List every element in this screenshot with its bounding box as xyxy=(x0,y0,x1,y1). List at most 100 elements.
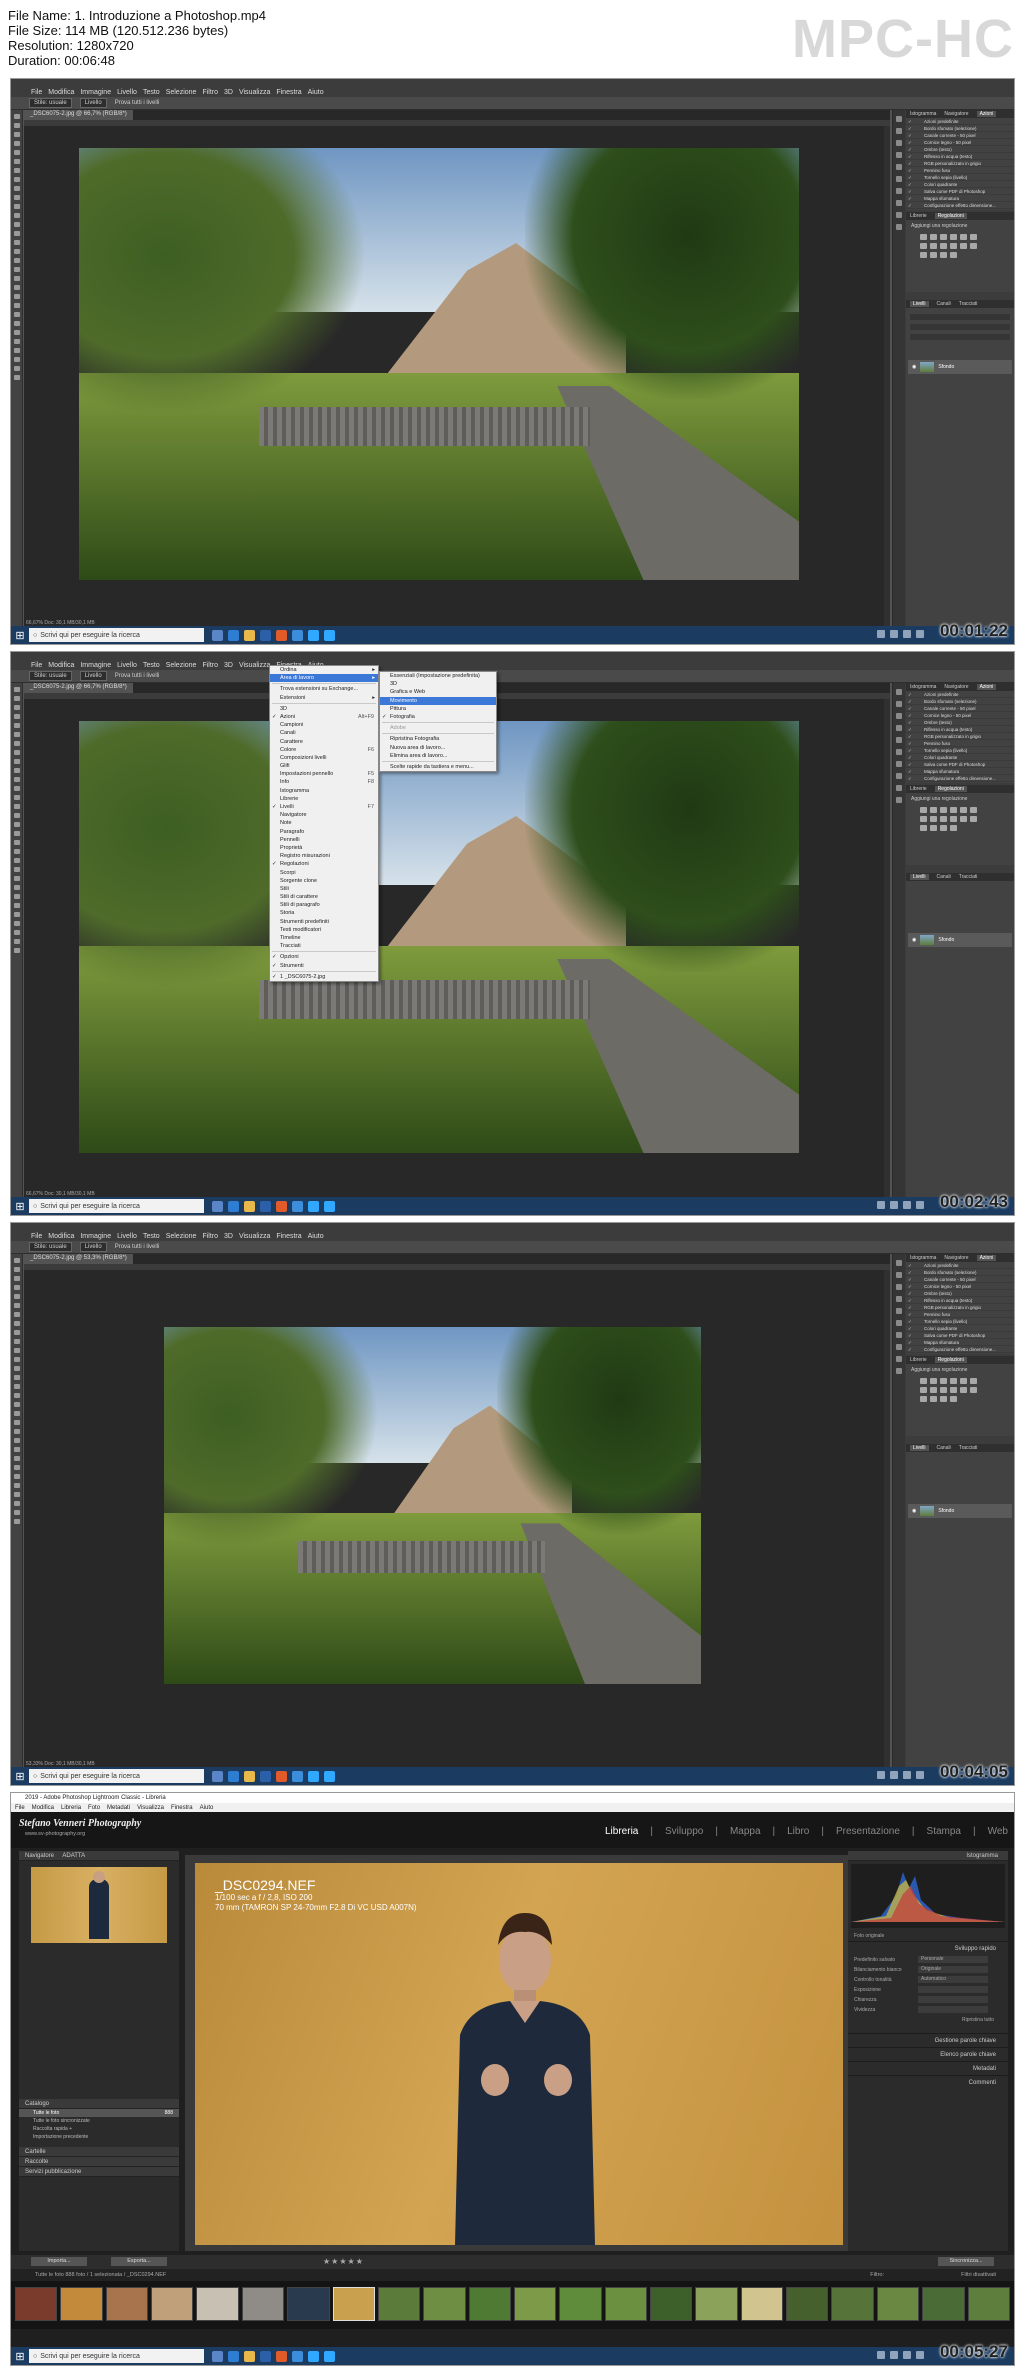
menu-item[interactable]: Stili xyxy=(270,885,378,893)
submenu-item[interactable]: Pittura xyxy=(380,705,496,713)
action-item[interactable]: RGB personalizzato in grigio xyxy=(906,733,1014,740)
submenu-item[interactable]: Ripristina Fotografia xyxy=(380,735,496,743)
app-icon[interactable] xyxy=(308,1200,319,1212)
layer-row[interactable]: ◉ Sfondo xyxy=(908,1504,1012,1518)
tool-icon[interactable] xyxy=(14,240,20,245)
filmstrip-thumbnail[interactable] xyxy=(377,2287,421,2321)
filmstrip-thumbnail[interactable] xyxy=(650,2287,693,2321)
tool-icon[interactable] xyxy=(14,1492,20,1497)
tool-icon[interactable] xyxy=(14,276,20,281)
action-item[interactable]: Pennino fuso xyxy=(906,167,1014,174)
action-item[interactable]: Cornice legno - 50 pixel xyxy=(906,712,1014,719)
module-stampa[interactable]: Stampa xyxy=(927,1826,961,1837)
tool-icon[interactable] xyxy=(14,687,20,692)
tool-icon[interactable] xyxy=(14,303,20,308)
menu-item-immagine[interactable]: Immagine xyxy=(80,1233,111,1240)
panel-tabs-layers[interactable]: Livelli Canali Tracciati xyxy=(906,1444,1014,1452)
panel-tabs-layers[interactable]: Livelli Canali Tracciati xyxy=(906,300,1014,308)
app-icon[interactable] xyxy=(244,2350,255,2362)
tray-icon[interactable] xyxy=(890,2351,898,2359)
menu-item-livello[interactable]: Livello xyxy=(117,89,137,96)
action-item[interactable]: Colori quadrante xyxy=(906,754,1014,761)
tab-tracciati[interactable]: Tracciati xyxy=(959,874,978,880)
app-icon[interactable] xyxy=(260,629,271,641)
menu-item-finestra[interactable]: Finestra xyxy=(276,1233,301,1240)
action-item[interactable]: Azioni predefinite xyxy=(906,1262,1014,1269)
panel-icon[interactable] xyxy=(896,797,902,803)
taskbar-search-box[interactable]: ○ Scrivi qui per eseguire la ricerca xyxy=(29,628,204,642)
tool-icon[interactable] xyxy=(14,696,20,701)
ps-toolbar[interactable] xyxy=(11,110,23,626)
tool-icon[interactable] xyxy=(14,894,20,899)
tray-icon[interactable] xyxy=(877,630,885,638)
tray-icon[interactable] xyxy=(916,630,924,638)
action-item[interactable]: Pennino fuso xyxy=(906,740,1014,747)
tool-icon[interactable] xyxy=(14,732,20,737)
menu-item-3d[interactable]: 3D xyxy=(224,662,233,669)
tray-icon[interactable] xyxy=(916,1201,924,1209)
panel-icon-strip[interactable] xyxy=(893,1254,905,1767)
filmstrip-thumbnail[interactable] xyxy=(513,2287,557,2321)
menu-item-file[interactable]: File xyxy=(31,89,42,96)
submenu-item[interactable]: Grafica e Web xyxy=(380,688,496,696)
filmstrip-thumbnail[interactable] xyxy=(786,2287,829,2321)
adjustment-icon[interactable] xyxy=(920,1396,927,1402)
tab-istogramma[interactable]: Istogramma xyxy=(910,111,936,117)
adjustment-icons[interactable] xyxy=(906,805,1014,833)
action-item[interactable]: Bordo sfumato (selezione) xyxy=(906,1269,1014,1276)
filmstrip-thumbnail[interactable] xyxy=(332,2287,375,2321)
action-item[interactable]: Mappa sfumatura xyxy=(906,768,1014,775)
action-item[interactable]: Configurazione effetto dimensione... xyxy=(906,202,1014,209)
reset-all-button[interactable]: Ripristina tutto xyxy=(848,2015,1008,2025)
panel-icon[interactable] xyxy=(896,749,902,755)
adjustment-icon[interactable] xyxy=(920,252,927,258)
right-section-header[interactable]: Gestione parole chiave xyxy=(848,2033,1008,2047)
tab-regolazioni[interactable]: Regolazioni xyxy=(934,1357,967,1363)
app-icon[interactable] xyxy=(308,2350,319,2362)
panel-icon[interactable] xyxy=(896,1296,902,1302)
catalog-item[interactable]: Importazione precedente xyxy=(19,2133,179,2141)
tool-icon[interactable] xyxy=(14,1267,20,1272)
tool-icon[interactable] xyxy=(14,312,20,317)
adjustment-icon[interactable] xyxy=(970,816,977,822)
tab-azioni[interactable]: Azioni xyxy=(976,1255,997,1261)
adjustment-icon[interactable] xyxy=(960,1387,967,1393)
tab-navigatore[interactable]: Navigatore xyxy=(944,111,968,117)
catalog-header[interactable]: Catalogo xyxy=(19,2099,179,2109)
qd-value[interactable]: Originale xyxy=(918,1966,988,1973)
panel-tabs-actions[interactable]: Istogramma Navigatore Azioni xyxy=(906,110,1014,118)
tray-icon[interactable] xyxy=(903,630,911,638)
panel-icon[interactable] xyxy=(896,128,902,134)
app-icon[interactable] xyxy=(244,629,255,641)
panel-icon[interactable] xyxy=(896,212,902,218)
menu-item[interactable]: Estensioni ▸ xyxy=(270,694,378,702)
menu-item[interactable]: Strumenti predefiniti xyxy=(270,918,378,926)
menu-item-visualizza[interactable]: Visualizza xyxy=(239,662,270,669)
tool-icon[interactable] xyxy=(14,1519,20,1524)
taskbar-search-box[interactable]: ○ Scrivi qui per eseguire la ricerca xyxy=(29,1199,204,1213)
adjustment-icon[interactable] xyxy=(950,252,957,258)
action-item[interactable]: Riflesso in acqua (testo) xyxy=(906,726,1014,733)
module-mappa[interactable]: Mappa xyxy=(730,1826,761,1837)
tool-icon[interactable] xyxy=(14,1258,20,1263)
catalog-item[interactable]: Tutte le foto sincronizzate xyxy=(19,2117,179,2125)
window-menu[interactable]: Ordina ▸ Area di lavoro ▸ Trova estensioni s… xyxy=(269,665,379,982)
panel-tabs-adjustments[interactable]: Librerie Regolazioni xyxy=(906,212,1014,220)
tray-icon[interactable] xyxy=(916,2351,924,2359)
menu-item-finestra[interactable]: Finestra xyxy=(276,89,301,96)
tool-icon[interactable] xyxy=(14,1330,20,1335)
action-item[interactable]: Bordo sfumato (selezione) xyxy=(906,125,1014,132)
right-section-header[interactable]: Commenti xyxy=(848,2075,1008,2089)
app-icon[interactable] xyxy=(324,1200,335,1212)
menu-item[interactable]: Storia xyxy=(270,909,378,917)
right-section-header[interactable]: Metadati xyxy=(848,2061,1008,2075)
level-select[interactable]: Livello xyxy=(79,1242,107,1252)
adjustment-icon[interactable] xyxy=(930,1378,937,1384)
adjustment-icon[interactable] xyxy=(950,816,957,822)
adjustment-icon[interactable] xyxy=(940,1378,947,1384)
tool-icon[interactable] xyxy=(14,177,20,182)
adjustment-icon[interactable] xyxy=(930,1396,937,1402)
tool-icon[interactable] xyxy=(14,339,20,344)
tray-icon[interactable] xyxy=(903,2351,911,2359)
tool-icon[interactable] xyxy=(14,249,20,254)
